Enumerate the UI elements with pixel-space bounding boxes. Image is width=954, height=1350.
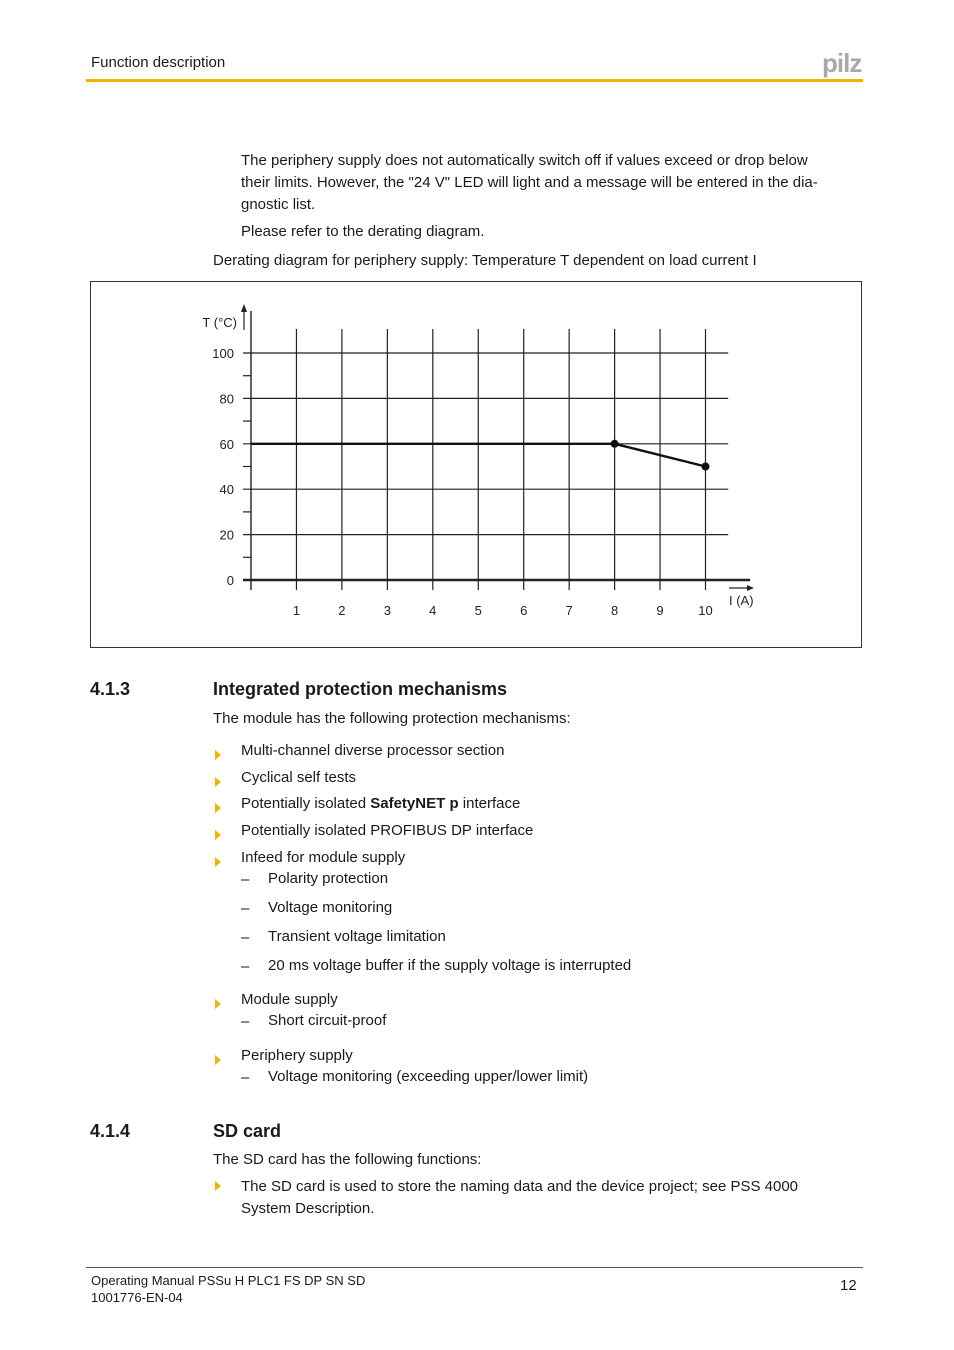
x-axis-arrow-icon xyxy=(747,585,754,591)
list-item: Potentially isolated PROFIBUS DP interfa… xyxy=(241,822,534,839)
list-item-text: Potentially isolated xyxy=(241,795,371,812)
y-tick-label-20: 20 xyxy=(220,528,234,543)
list-item: Multi-channel diverse processor section xyxy=(241,742,505,759)
bullet-arrow-icon xyxy=(215,803,221,813)
dash-bullet-icon: – xyxy=(241,1069,250,1086)
product-name-safetynet: SafetyNET p xyxy=(370,795,459,812)
intro-paragraph: The periphery supply does not automatica… xyxy=(241,150,866,216)
y-axis-label: T (°C) xyxy=(202,315,237,330)
sub-list-item: Voltage monitoring (exceeding upper/lowe… xyxy=(268,1068,589,1085)
section-title-sd-card: SD card xyxy=(213,1121,282,1141)
sd-card-item-line-1: The SD card is used to store the naming … xyxy=(241,1178,798,1195)
intro-line-1: The periphery supply does not automatica… xyxy=(241,152,808,169)
data-point-8 xyxy=(610,439,619,448)
y-tick-label-80: 80 xyxy=(220,391,234,406)
section-title-protection: Integrated protection mechanisms xyxy=(213,679,508,699)
y-tick-label-100: 100 xyxy=(212,346,234,361)
header-rule xyxy=(86,79,863,82)
section-number-4-1-4: 4.1.4 xyxy=(90,1121,131,1141)
sd-card-item-line-2: System Description. xyxy=(241,1200,375,1217)
section-intro-protection: The module has the following protection … xyxy=(213,710,571,727)
x-tick-label-4: 4 xyxy=(429,603,436,618)
dash-bullet-icon: – xyxy=(241,958,250,975)
x-tick-label-8: 8 xyxy=(611,603,618,618)
x-tick-label-7: 7 xyxy=(566,603,573,618)
derating-chart: 0 20 40 60 80 100 1 2 3 4 5 6 7 8 9 10 T (°C) I (A) xyxy=(202,304,754,618)
list-item: Periphery supply xyxy=(241,1047,353,1064)
bullet-arrow-icon xyxy=(215,1181,221,1191)
section-number-4-1-3: 4.1.3 xyxy=(90,679,131,699)
intro-line-3: gnostic list. xyxy=(241,196,316,213)
footer-manual-title: Operating Manual PSSu H PLC1 FS DP SN SD xyxy=(91,1273,366,1288)
list-item: Module supply xyxy=(241,991,338,1008)
dash-bullet-icon: – xyxy=(241,900,250,917)
dash-bullet-icon: – xyxy=(241,1013,250,1030)
bullet-arrow-icon xyxy=(215,750,221,760)
sub-list-item: 20 ms voltage buffer if the supply volta… xyxy=(268,957,632,974)
running-header-title: Function description xyxy=(91,54,226,71)
x-tick-label-6: 6 xyxy=(520,603,527,618)
x-tick-label-3: 3 xyxy=(384,603,391,618)
y-tick-label-40: 40 xyxy=(220,482,234,497)
y-axis-arrow-icon xyxy=(241,304,247,312)
sub-list-item: Polarity protection xyxy=(268,870,389,887)
refer-paragraph: Please refer to the derating diagram. xyxy=(241,223,485,240)
footer-rule xyxy=(86,1267,863,1268)
bullet-arrow-icon xyxy=(215,857,221,867)
x-tick-label-2: 2 xyxy=(338,603,345,618)
bullet-arrow-icon xyxy=(215,1055,221,1065)
list-item-text: interface xyxy=(458,795,521,812)
pilz-logo: pilz xyxy=(822,48,862,78)
derating-chart-frame: 0 20 40 60 80 100 1 2 3 4 5 6 7 8 9 10 T (°C) I (A) xyxy=(90,281,862,648)
footer-doc-number: 1001776-EN-04 xyxy=(91,1290,183,1305)
sub-list-item: Short circuit-proof xyxy=(268,1012,387,1029)
bullet-arrow-icon xyxy=(215,830,221,840)
bullet-arrow-icon xyxy=(215,999,221,1009)
y-tick-label-60: 60 xyxy=(220,437,234,452)
sd-card-item: The SD card is used to store the naming … xyxy=(241,1176,798,1220)
x-tick-label-10: 10 xyxy=(698,603,712,618)
dash-bullet-icon: – xyxy=(241,929,250,946)
x-axis-label: I (A) xyxy=(729,593,754,608)
x-tick-label-1: 1 xyxy=(293,603,300,618)
list-item: Cyclical self tests xyxy=(241,769,357,786)
y-tick-label-0: 0 xyxy=(227,573,234,588)
sub-list-item: Voltage monitoring xyxy=(268,899,393,916)
sub-list-item: Transient voltage limitation xyxy=(268,928,446,945)
x-tick-label-9: 9 xyxy=(656,603,663,618)
section-intro-sd-card: The SD card has the following functions: xyxy=(213,1151,482,1168)
intro-line-2: their limits. However, the "24 V" LED wi… xyxy=(241,174,818,191)
chart-caption: Derating diagram for periphery supply: T… xyxy=(213,252,757,269)
list-item: Infeed for module supply xyxy=(241,849,406,866)
page-number: 12 xyxy=(840,1277,857,1294)
list-item: Potentially isolated SafetyNET p interfa… xyxy=(241,793,520,815)
data-point-10 xyxy=(701,462,710,471)
x-tick-label-5: 5 xyxy=(475,603,482,618)
dash-bullet-icon: – xyxy=(241,871,250,888)
bullet-arrow-icon xyxy=(215,777,221,787)
